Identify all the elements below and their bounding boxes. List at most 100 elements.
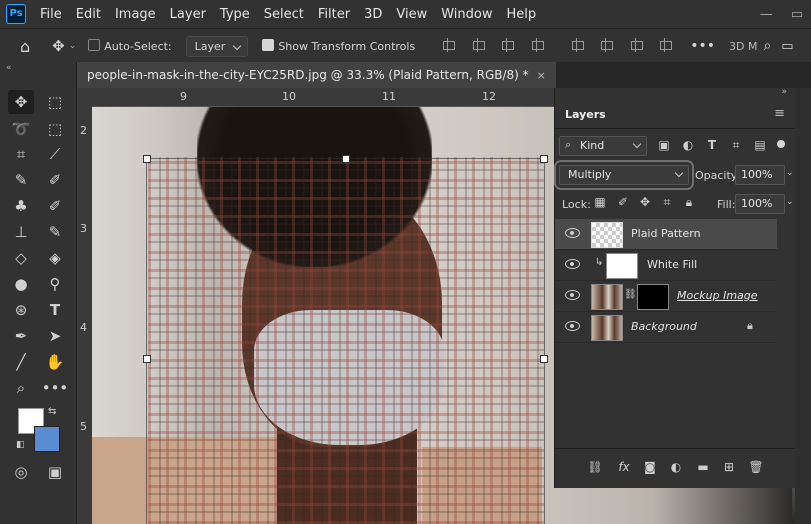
layer-mockup-image[interactable]: ⛓ Mockup Image: [555, 281, 777, 312]
crop-tool-icon[interactable]: ⌗: [8, 142, 34, 166]
auto-select-dropdown[interactable]: Layer: [185, 35, 249, 57]
stamp-icon[interactable]: ⊥: [8, 220, 34, 244]
menu-help[interactable]: Help: [501, 7, 545, 22]
layer-white-fill[interactable]: ↳ White Fill: [555, 250, 777, 281]
chevron-down-icon[interactable]: ⌄: [69, 41, 77, 51]
filter-pixel-icon[interactable]: ▣: [657, 138, 671, 152]
home-icon[interactable]: ⌂: [20, 37, 30, 56]
align-left-icon[interactable]: [441, 37, 456, 52]
close-icon[interactable]: ×: [537, 69, 546, 82]
document-tab[interactable]: people-in-mask-in-the-city-EYC25RD.jpg @…: [77, 62, 556, 88]
marquee-tool-icon[interactable]: ⬚: [42, 90, 68, 114]
show-transform-checkbox[interactable]: Show Transform Controls: [262, 39, 415, 53]
visibility-eye-icon[interactable]: [565, 321, 580, 331]
menu-filter[interactable]: Filter: [312, 7, 358, 22]
paint-bucket-icon[interactable]: ◈: [42, 246, 68, 270]
minimize-icon[interactable]: —: [760, 7, 773, 22]
line-tool-icon[interactable]: ╱: [8, 350, 34, 374]
blur-tool-icon[interactable]: ●: [8, 272, 34, 296]
spot-heal-icon[interactable]: ✎: [8, 168, 34, 192]
new-group-icon[interactable]: ▬: [695, 459, 711, 475]
menu-window[interactable]: Window: [435, 7, 500, 22]
layer-mask-thumbnail[interactable]: [637, 284, 669, 310]
layer-name[interactable]: White Fill: [647, 258, 697, 271]
new-layer-icon[interactable]: ⊞: [721, 459, 737, 475]
visibility-eye-icon[interactable]: [565, 290, 580, 300]
zoom-tool-icon[interactable]: ⌕: [8, 376, 34, 400]
fx-icon[interactable]: fx: [616, 459, 632, 475]
align-center-icon[interactable]: [471, 37, 485, 52]
eyedropper-icon[interactable]: ⟋: [42, 142, 68, 166]
panel-menu-icon[interactable]: ≡: [774, 106, 785, 121]
menu-3d[interactable]: 3D: [358, 7, 390, 22]
auto-select-checkbox[interactable]: Auto-Select:: [88, 39, 172, 53]
dodge-tool-icon[interactable]: ⚲: [42, 272, 68, 296]
menu-file[interactable]: File: [34, 7, 70, 22]
default-colors-icon[interactable]: ◧: [16, 440, 25, 450]
menu-select[interactable]: Select: [258, 7, 312, 22]
3d-mode-label[interactable]: 3D M: [729, 40, 757, 53]
type-tool-icon[interactable]: T: [42, 298, 68, 322]
swap-colors-icon[interactable]: ⇆: [48, 406, 56, 417]
filter-kind-dropdown[interactable]: ⌕ Kind: [559, 136, 647, 156]
transform-handle[interactable]: [540, 155, 548, 163]
path-select-icon[interactable]: ➤: [42, 324, 68, 348]
layer-name[interactable]: Background: [631, 320, 697, 333]
search-icon[interactable]: ⌕: [763, 38, 771, 54]
transform-handle[interactable]: [143, 155, 151, 163]
align-top-icon[interactable]: [570, 37, 584, 52]
menu-view[interactable]: View: [390, 7, 435, 22]
filter-smart-object-icon[interactable]: ▤: [753, 138, 767, 152]
layer-name[interactable]: Mockup Image: [677, 289, 758, 302]
eraser-icon[interactable]: ◇: [8, 246, 34, 270]
more-options-icon[interactable]: •••: [690, 38, 715, 54]
visibility-eye-icon[interactable]: [565, 259, 580, 269]
distribute-icon[interactable]: [530, 37, 544, 52]
maximize-icon[interactable]: ▭: [791, 7, 803, 22]
lasso-tool-icon[interactable]: ➰: [8, 117, 34, 141]
lock-all-icon[interactable]: 🔒︎: [682, 195, 696, 209]
link-icon[interactable]: ⛓: [624, 289, 637, 300]
blend-mode-dropdown[interactable]: Multiply: [554, 160, 694, 190]
transform-handle[interactable]: [342, 155, 350, 163]
lock-artboard-icon[interactable]: ⌗: [660, 195, 674, 209]
collapse-arrows-icon[interactable]: «: [6, 63, 12, 73]
link-layers-icon[interactable]: ⛓: [587, 459, 603, 475]
workspace-icon[interactable]: ▭: [781, 39, 793, 54]
lock-image-icon[interactable]: ✐: [616, 195, 630, 209]
history-brush-icon[interactable]: ✐: [42, 194, 68, 218]
background-color-swatch[interactable]: [34, 426, 60, 452]
menu-image[interactable]: Image: [109, 7, 164, 22]
layer-name[interactable]: Plaid Pattern: [631, 227, 701, 240]
transform-bounding-box[interactable]: [143, 155, 548, 524]
filter-toggle-icon[interactable]: [777, 140, 785, 148]
transform-handle[interactable]: [143, 355, 151, 363]
screen-mode-icon[interactable]: ▣: [42, 460, 68, 484]
hand-tool-icon[interactable]: ✋: [42, 350, 68, 374]
chevron-down-icon[interactable]: ⌄: [786, 168, 794, 178]
delete-layer-icon[interactable]: 🗑︎: [748, 459, 764, 475]
filter-type-icon[interactable]: T: [705, 138, 719, 152]
visibility-eye-icon[interactable]: [565, 228, 580, 238]
transform-handle[interactable]: [540, 355, 548, 363]
layers-panel-title[interactable]: Layers: [565, 108, 606, 121]
more-tools-icon[interactable]: •••: [42, 376, 69, 400]
add-mask-icon[interactable]: ◙: [642, 459, 658, 475]
filter-adjustment-icon[interactable]: ◐: [681, 138, 695, 152]
adjustment-layer-icon[interactable]: ◐: [668, 459, 684, 475]
menu-layer[interactable]: Layer: [164, 7, 214, 22]
brain-icon[interactable]: ⊛: [8, 298, 34, 322]
menu-type[interactable]: Type: [214, 7, 258, 22]
move-tool-icon[interactable]: ✥: [52, 37, 65, 55]
layer-plaid-pattern[interactable]: Plaid Pattern: [555, 219, 777, 250]
move-tool-icon[interactable]: ✥: [8, 90, 34, 114]
layer-background[interactable]: Background 🔒︎: [555, 312, 777, 343]
opacity-field[interactable]: 100%: [735, 165, 785, 185]
pen-tool-icon[interactable]: ✒: [8, 324, 34, 348]
align-middle-icon[interactable]: [599, 37, 614, 52]
lock-transparent-icon[interactable]: ▦: [593, 195, 607, 209]
lock-position-icon[interactable]: ✥: [638, 195, 652, 209]
align-bottom-icon[interactable]: [629, 37, 643, 52]
fill-field[interactable]: 100%: [735, 194, 785, 214]
distribute-vertical-icon[interactable]: [658, 37, 673, 52]
